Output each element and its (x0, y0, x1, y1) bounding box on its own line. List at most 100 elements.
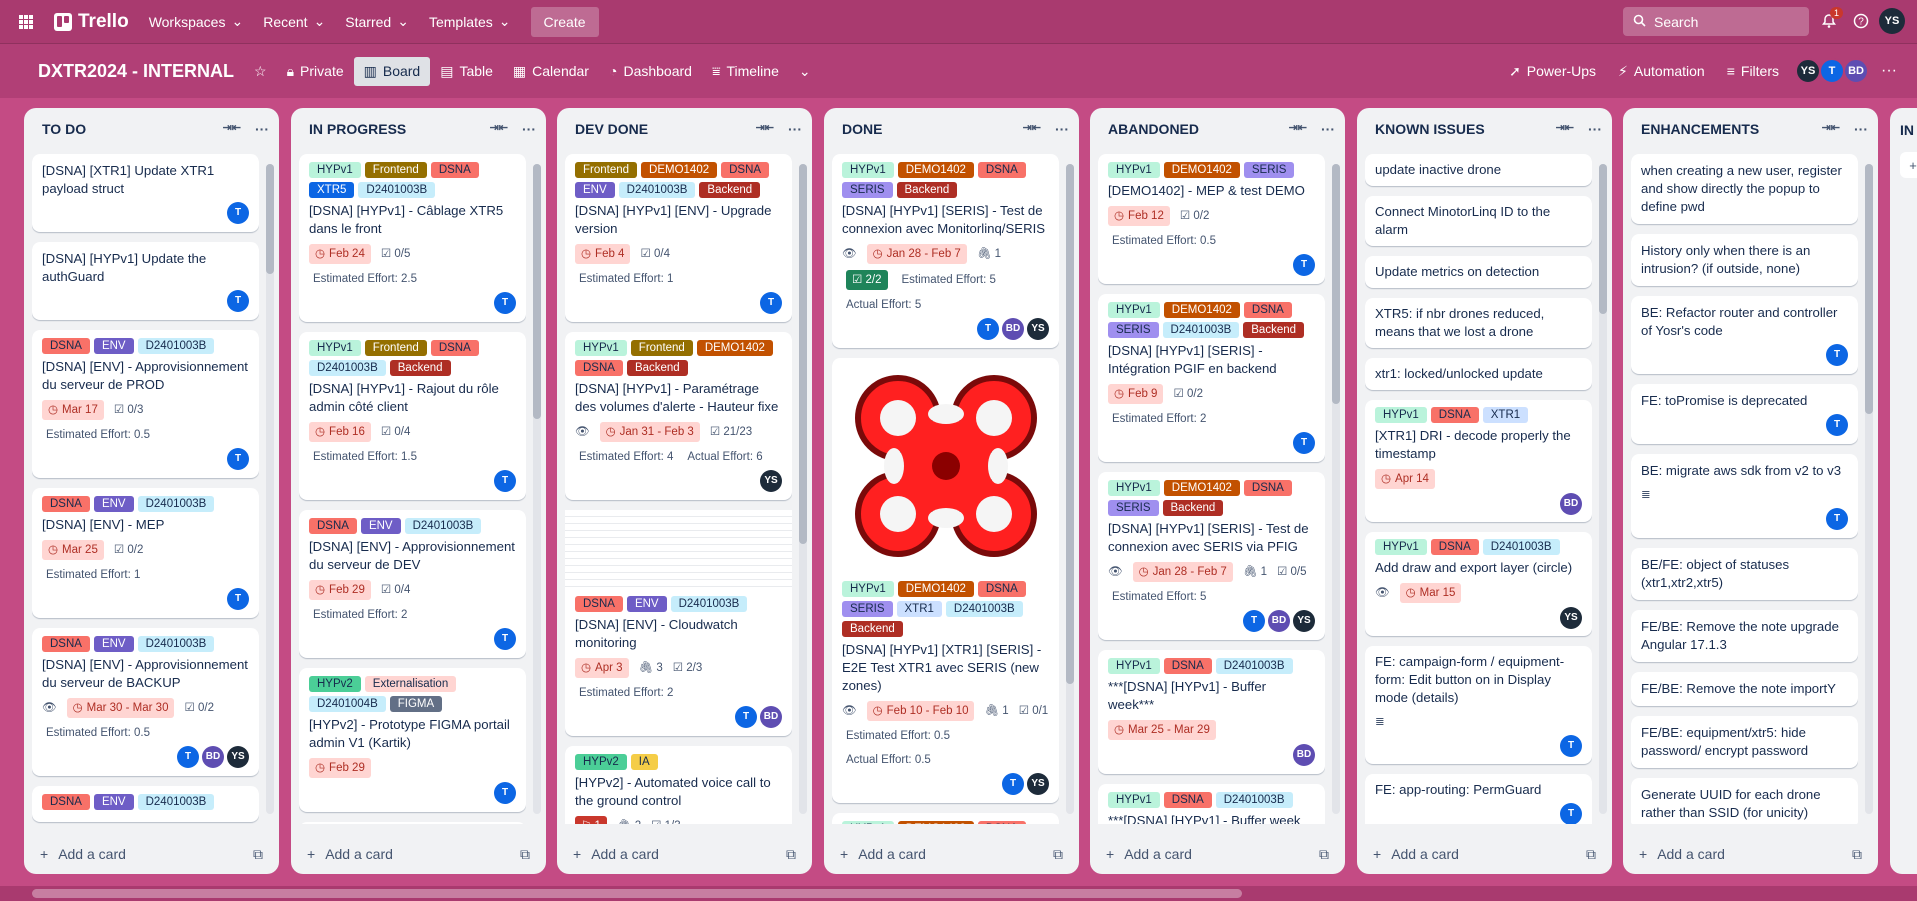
member-avatar[interactable]: T (227, 202, 249, 224)
card[interactable]: HYPv1DEMO1402DSNA (832, 813, 1059, 824)
card-label[interactable]: DEMO1402 (1163, 302, 1240, 318)
templates-menu[interactable]: Templates ⌄ (419, 7, 521, 36)
add-card-button[interactable]: + Add a card (307, 846, 393, 862)
card-label[interactable]: Backend (699, 182, 761, 198)
card-label[interactable]: DEMO1402 (1163, 162, 1240, 178)
horizontal-scrollbar[interactable] (0, 886, 1917, 901)
card[interactable]: DSNA ENV D2401003B [DSNA] [ENV] - Approvisi… (32, 628, 259, 776)
card-label[interactable]: Backend (1243, 322, 1305, 338)
member-avatar[interactable]: T (177, 746, 199, 768)
member-avatar[interactable]: BD (1268, 610, 1290, 632)
card-label[interactable]: Backend (1162, 500, 1224, 516)
card-label[interactable]: ENV (575, 182, 615, 198)
card-label[interactable]: DSNA (1163, 792, 1212, 808)
list-scrollbar[interactable] (799, 164, 807, 814)
member-avatar[interactable]: T (227, 588, 249, 610)
member-avatar[interactable]: T (1826, 414, 1848, 436)
card-label[interactable]: DEMO1402 (897, 581, 974, 597)
card-label[interactable]: DSNA (42, 794, 90, 810)
member-avatar[interactable]: YS (760, 470, 782, 492)
due-date-badge[interactable]: ◷ Feb 10 - Feb 10 (866, 701, 975, 721)
card[interactable]: DSNA ENV D2401003B [DSNA] [ENV] - MEP ◷ Mar 2… (32, 488, 259, 618)
search-input[interactable]: Search (1623, 7, 1809, 36)
due-date-badge[interactable]: ◷ Feb 29 (309, 580, 371, 600)
card-label[interactable]: SERIS (1108, 322, 1159, 338)
card-label[interactable]: DSNA (721, 162, 770, 178)
card[interactable]: when creating a new user, register and s… (1631, 154, 1858, 224)
card-label[interactable]: DSNA (430, 340, 479, 356)
automation-button[interactable]: ⚡︎ Automation (1608, 57, 1715, 86)
card[interactable]: HYPv1 DEMO1402 SERIS [DEMO1402] - MEP & tes… (1098, 154, 1325, 284)
card-label[interactable]: DSNA (575, 360, 623, 376)
member-avatar[interactable]: T (227, 290, 249, 312)
card-label[interactable]: D2401003B (1482, 539, 1560, 555)
card[interactable]: Generate UUID for each drone rather than… (1631, 778, 1858, 824)
member-avatar[interactable]: BD (1843, 58, 1870, 84)
card-label[interactable]: Backend (896, 182, 958, 198)
card-label[interactable]: D2401003B (137, 794, 215, 810)
card-label[interactable]: DEMO1402 (897, 162, 974, 178)
card-label[interactable]: ENV (93, 496, 134, 512)
card[interactable]: DSNA ENV D2401003B (32, 786, 259, 822)
member-avatar[interactable]: T (1826, 344, 1848, 366)
member-avatar[interactable]: T (735, 706, 757, 728)
card-label[interactable]: D2401003B (1162, 322, 1240, 338)
card[interactable]: Frontend DEMO1402 DSNA ENV D2401003B Backend [… (565, 154, 792, 322)
card-label[interactable]: D2401003B (309, 360, 386, 376)
card-label[interactable]: HYPv1 (1375, 407, 1427, 423)
due-date-badge[interactable]: ◷ Mar 25 - Mar 29 (1108, 720, 1216, 740)
member-avatar[interactable]: T (227, 448, 249, 470)
card-label[interactable]: ENV (93, 794, 134, 810)
card-label[interactable]: DSNA (1430, 407, 1479, 423)
recent-menu[interactable]: Recent ⌄ (253, 7, 335, 36)
card-label[interactable]: HYPv1 (842, 162, 894, 178)
member-avatar[interactable]: T (1560, 803, 1582, 824)
collapse-list-icon[interactable]: ⇥⇤ (1289, 121, 1307, 137)
list-title[interactable]: IN PROGRESS (309, 121, 406, 137)
card-label[interactable]: Frontend (630, 340, 693, 356)
member-avatar[interactable]: BD (1293, 744, 1315, 766)
due-date-badge[interactable]: ◷ Feb 4 (575, 244, 631, 264)
card-label[interactable]: DEMO1402 (641, 162, 718, 178)
view-tab-table[interactable]: ▤ Table (430, 57, 503, 86)
card-label[interactable]: D2401003B (1215, 658, 1293, 674)
card[interactable]: xtr1: locked/unlocked update (1365, 358, 1592, 390)
add-card-button[interactable]: + Add a card (40, 846, 126, 862)
card-label[interactable]: SERIS (842, 182, 893, 198)
card-label[interactable]: HYPv1 (1108, 658, 1160, 674)
card-label[interactable]: DEMO1402 (1163, 480, 1240, 496)
list-scrollbar-thumb[interactable] (1599, 164, 1607, 314)
card-label[interactable]: DSNA (1430, 539, 1479, 555)
card-label[interactable]: Backend (389, 360, 451, 376)
card[interactable]: [DSNA] [HYPv1] Update the authGuard T (32, 242, 259, 320)
view-tab-timeline[interactable]: ⩸ Timeline (702, 57, 789, 86)
add-icon[interactable]: + (1900, 152, 1917, 178)
card-label[interactable]: D2401003B (945, 601, 1023, 617)
collapse-list-icon[interactable]: ⇥⇤ (1556, 121, 1574, 137)
card-label[interactable]: HYPv1 (1108, 480, 1160, 496)
card-template-icon[interactable]: ⧉ (253, 846, 263, 863)
card[interactable]: HYPv1 Frontend DSNA D2401003B Backend [DSNA] … (299, 332, 526, 500)
card-label[interactable]: HYPv1 (575, 340, 627, 356)
card-label[interactable]: DSNA (42, 636, 90, 652)
card-label[interactable]: HYPv1 (1375, 539, 1427, 555)
view-tab-board[interactable]: ▥ Board (353, 56, 431, 86)
card-label[interactable]: HYPv2 (575, 754, 627, 770)
card-label[interactable]: HYPv2 (309, 676, 361, 692)
card[interactable]: HYPv2 IA [HYPv2] - Automated voice call to… (565, 746, 792, 824)
view-tab-dashboard[interactable]: ◔ Dashboard (599, 57, 702, 85)
list-title[interactable]: DEV DONE (575, 121, 648, 137)
member-avatar[interactable]: YS (1027, 318, 1049, 340)
card-label[interactable]: D2401003B (137, 338, 215, 354)
card-template-icon[interactable]: ⧉ (1319, 846, 1329, 863)
due-date-badge[interactable]: ◷ Apr 14 (1375, 469, 1435, 489)
card-label[interactable]: Frontend (364, 162, 427, 178)
due-date-badge[interactable]: ◷ Apr 3 (575, 658, 629, 678)
card[interactable]: FE/BE: equipment/xtr5: hide password/ en… (1631, 716, 1858, 768)
member-avatar[interactable]: T (977, 318, 999, 340)
card-label[interactable]: DSNA (309, 518, 357, 534)
card-label[interactable]: ENV (626, 596, 667, 612)
card-label[interactable]: D2401003B (137, 636, 215, 652)
card[interactable]: XTR5: if nbr drones reduced, means that … (1365, 298, 1592, 348)
card-label[interactable]: ENV (360, 518, 401, 534)
